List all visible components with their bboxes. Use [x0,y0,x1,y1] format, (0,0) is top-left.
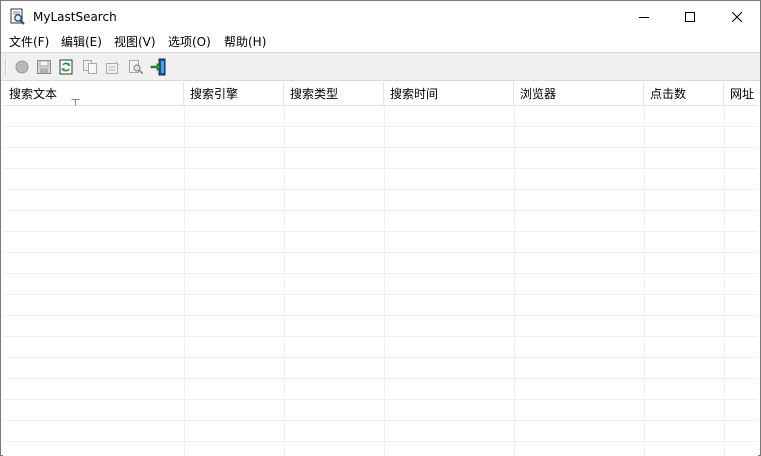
column-header-label: 搜索时间 [390,87,439,101]
column-header-search-time[interactable]: 搜索时间 [384,82,514,106]
maximize-icon [685,11,695,22]
copy-icon [83,60,97,74]
save-icon [37,60,51,74]
column-gridline [644,106,645,456]
menu-options[interactable]: 选项(O) [168,34,211,50]
column-header-label: 网址 [730,87,755,101]
column-header-search-type[interactable]: 搜索类型 [284,82,384,106]
window-title: MyLastSearch [33,10,117,24]
stop-icon [15,60,29,74]
find-button[interactable] [126,57,146,77]
list-header: 搜索文本 搜索引擎 搜索类型 搜索时间 浏览器 点击数 网址 [3,82,758,106]
menu-file[interactable]: 文件(F) [9,34,49,50]
properties-icon [106,60,120,74]
refresh-icon [59,59,73,75]
refresh-button[interactable] [56,57,76,77]
search-results-list[interactable]: 搜索文本 搜索引擎 搜索类型 搜索时间 浏览器 点击数 网址 [3,82,758,456]
column-header-label: 点击数 [650,87,687,101]
column-header-search-engine[interactable]: 搜索引擎 [184,82,284,106]
column-header-clicks[interactable]: 点击数 [644,82,724,106]
title-bar[interactable]: MyLastSearch [1,1,760,32]
column-header-search-text[interactable]: 搜索文本 [3,82,184,106]
exit-icon [150,58,166,76]
menu-help[interactable]: 帮助(H) [224,34,266,50]
save-button[interactable] [34,57,54,77]
column-gridline [724,106,725,456]
toolbar [1,52,760,81]
column-header-label: 浏览器 [520,87,557,101]
menu-view[interactable]: 视图(V) [114,34,156,50]
minimize-icon [639,16,649,18]
main-window: MyLastSearch 文件(F) 编辑(E) 视图(V) 选项(O) 帮助(… [0,0,761,456]
properties-button[interactable] [103,57,123,77]
close-button[interactable] [714,1,760,32]
menu-bar: 文件(F) 编辑(E) 视图(V) 选项(O) 帮助(H) [1,32,760,52]
column-header-label: 搜索类型 [290,87,339,101]
column-header-label: 搜索文本 [9,87,58,101]
sort-ascending-icon [71,90,80,106]
menu-edit[interactable]: 编辑(E) [61,34,102,50]
close-icon [732,11,742,22]
find-icon [129,60,144,75]
column-gridline [284,106,285,456]
maximize-button[interactable] [667,1,713,32]
column-gridline [184,106,185,456]
stop-button[interactable] [12,57,32,77]
minimize-button[interactable] [621,1,667,32]
column-header-url[interactable]: 网址 [724,82,758,106]
column-header-label: 搜索引擎 [190,87,239,101]
copy-button[interactable] [80,57,100,77]
column-header-browser[interactable]: 浏览器 [514,82,644,106]
toolbar-grip[interactable] [5,58,7,76]
magnifier-document-icon [10,8,26,25]
exit-button[interactable] [149,57,169,77]
column-gridline [384,106,385,456]
column-gridline [514,106,515,456]
